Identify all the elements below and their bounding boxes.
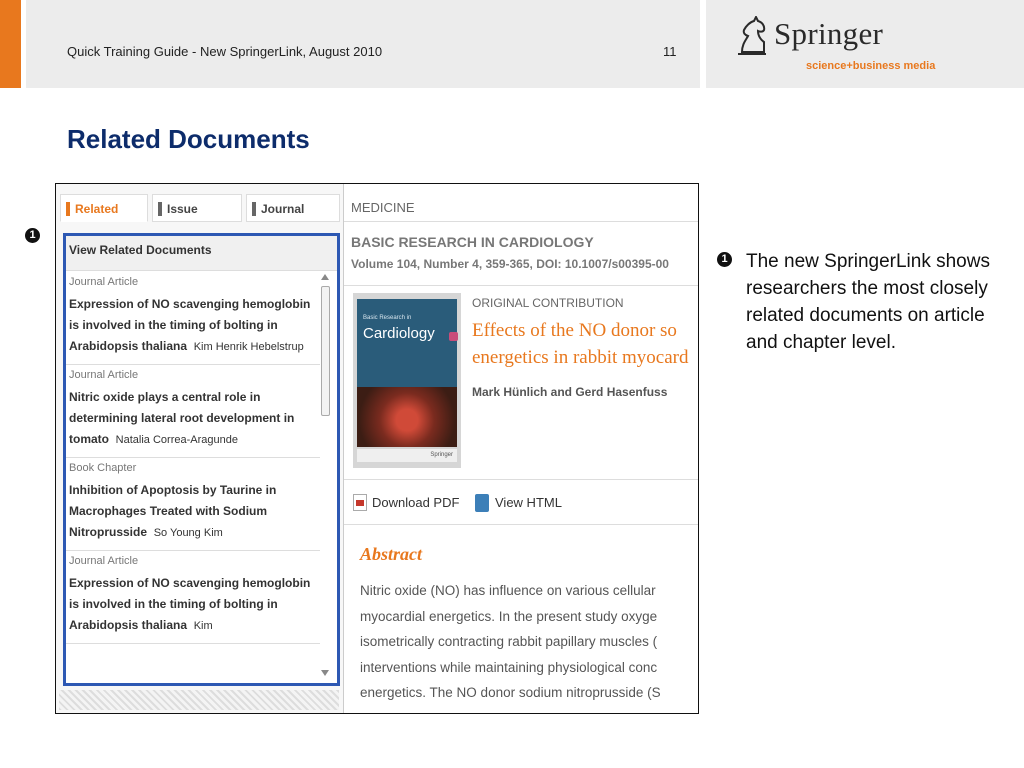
related-documents-panel: View Related Documents Journal Article E… bbox=[63, 233, 340, 686]
abstract-line: myocardial energetics. In the present st… bbox=[360, 608, 658, 624]
tab-issue[interactable]: Issue bbox=[152, 194, 242, 222]
tab-related[interactable]: Related bbox=[60, 194, 148, 222]
scroll-thumb[interactable] bbox=[321, 286, 330, 416]
item-title-link[interactable]: Inhibition of Apoptosis by Taurine in Ma… bbox=[69, 480, 317, 544]
abstract-line: the maximal force in normal rabbit muscl… bbox=[360, 706, 698, 714]
abstract-line: isometrically contracting rabbit papilla… bbox=[360, 634, 658, 649]
scroll-down-arrow-icon[interactable] bbox=[321, 670, 329, 676]
cover-subtitle: Basic Research in bbox=[363, 315, 412, 321]
item-title-link[interactable]: Expression of NO scavenging hemoglobin i… bbox=[69, 573, 317, 637]
item-title-link[interactable]: Expression of NO scavenging hemoglobin i… bbox=[69, 294, 317, 358]
article-kind: ORIGINAL CONTRIBUTION bbox=[472, 296, 624, 310]
volume-doi-line: Volume 104, Number 4, 359-365, DOI: 10.1… bbox=[351, 257, 669, 271]
left-sidebar: Related Issue Journal View Related Docum… bbox=[56, 184, 343, 713]
abstract-line: energetics. The NO donor sodium nitropru… bbox=[360, 685, 661, 700]
item-type: Journal Article bbox=[69, 555, 139, 567]
article-authors[interactable]: Mark Hünlich and Gerd Hasenfuss bbox=[472, 385, 667, 399]
item-author: Natalia Correa-Aragunde bbox=[115, 434, 238, 446]
abstract-text: Nitric oxide (NO) has influence on vario… bbox=[360, 578, 698, 714]
divider bbox=[344, 285, 698, 286]
item-type: Journal Article bbox=[69, 276, 139, 288]
results-scrollbar[interactable] bbox=[319, 274, 331, 676]
explanation-note: The new SpringerLink shows researchers t… bbox=[746, 251, 990, 353]
scroll-up-arrow-icon[interactable] bbox=[321, 274, 329, 280]
item-author: So Young Kim bbox=[153, 527, 223, 539]
abstract-heading: Abstract bbox=[360, 544, 423, 564]
html-icon[interactable] bbox=[475, 494, 489, 512]
divider bbox=[344, 479, 698, 480]
cover-badge-icon bbox=[449, 332, 458, 341]
page-number: 11 bbox=[663, 44, 677, 59]
pdf-icon[interactable] bbox=[353, 494, 367, 511]
abstract-line: interventions while maintaining physiolo… bbox=[360, 659, 658, 675]
list-item[interactable]: Journal Article Expression of NO scaveng… bbox=[66, 551, 320, 644]
divider bbox=[344, 524, 698, 525]
list-item[interactable]: Journal Article Nitric oxide plays a cen… bbox=[66, 365, 320, 458]
journal-cover-image[interactable]: Basic Research in Cardiology Springer bbox=[353, 293, 461, 468]
orange-accent-bar bbox=[0, 0, 21, 88]
callout-marker-note: 1 bbox=[717, 252, 732, 267]
springer-tagline: science+business media bbox=[806, 60, 936, 72]
slide-title: Related Documents bbox=[67, 124, 310, 154]
abstract-line: Nitric oxide (NO) has influence on vario… bbox=[360, 583, 656, 598]
tab-journal[interactable]: Journal bbox=[246, 194, 340, 222]
related-results-list: Journal Article Expression of NO scaveng… bbox=[66, 272, 320, 644]
cover-publisher: Springer bbox=[357, 449, 457, 462]
springer-logo-text: Springer bbox=[774, 16, 884, 51]
item-title-link[interactable]: Nitric oxide plays a central role in det… bbox=[69, 387, 317, 451]
list-item[interactable]: Journal Article Expression of NO scaveng… bbox=[66, 272, 320, 365]
article-title-line: energetics in rabbit myocard bbox=[472, 347, 689, 368]
item-author: Kim bbox=[193, 620, 213, 632]
cover-title: Cardiology bbox=[363, 325, 435, 342]
guide-title: Quick Training Guide - New SpringerLink,… bbox=[67, 44, 383, 59]
download-pdf-link[interactable]: Download PDF bbox=[372, 495, 459, 510]
journal-name-link[interactable]: BASIC RESEARCH IN CARDIOLOGY bbox=[351, 234, 594, 250]
view-html-link[interactable]: View HTML bbox=[495, 495, 562, 510]
section-label[interactable]: MEDICINE bbox=[351, 200, 415, 215]
cover-header: Basic Research in Cardiology bbox=[357, 299, 458, 387]
list-item[interactable]: Book Chapter Inhibition of Apoptosis by … bbox=[66, 458, 320, 551]
divider bbox=[344, 221, 698, 222]
cover-photo bbox=[357, 387, 457, 447]
item-author: Kim Henrik Hebelstrup bbox=[193, 341, 304, 353]
decorative-hatch bbox=[59, 690, 339, 710]
callout-marker-screenshot: 1 bbox=[25, 228, 40, 243]
item-type: Journal Article bbox=[69, 369, 139, 381]
item-type: Book Chapter bbox=[69, 462, 137, 474]
article-title: Effects of the NO donor so energetics in… bbox=[472, 317, 689, 371]
article-main: MEDICINE BASIC RESEARCH IN CARDIOLOGY Vo… bbox=[344, 184, 698, 713]
springerlink-screenshot: Related Issue Journal View Related Docum… bbox=[55, 183, 699, 714]
article-title-line: Effects of the NO donor so bbox=[472, 320, 677, 341]
panel-header: View Related Documents bbox=[66, 236, 337, 271]
springer-horse-icon bbox=[738, 16, 766, 55]
